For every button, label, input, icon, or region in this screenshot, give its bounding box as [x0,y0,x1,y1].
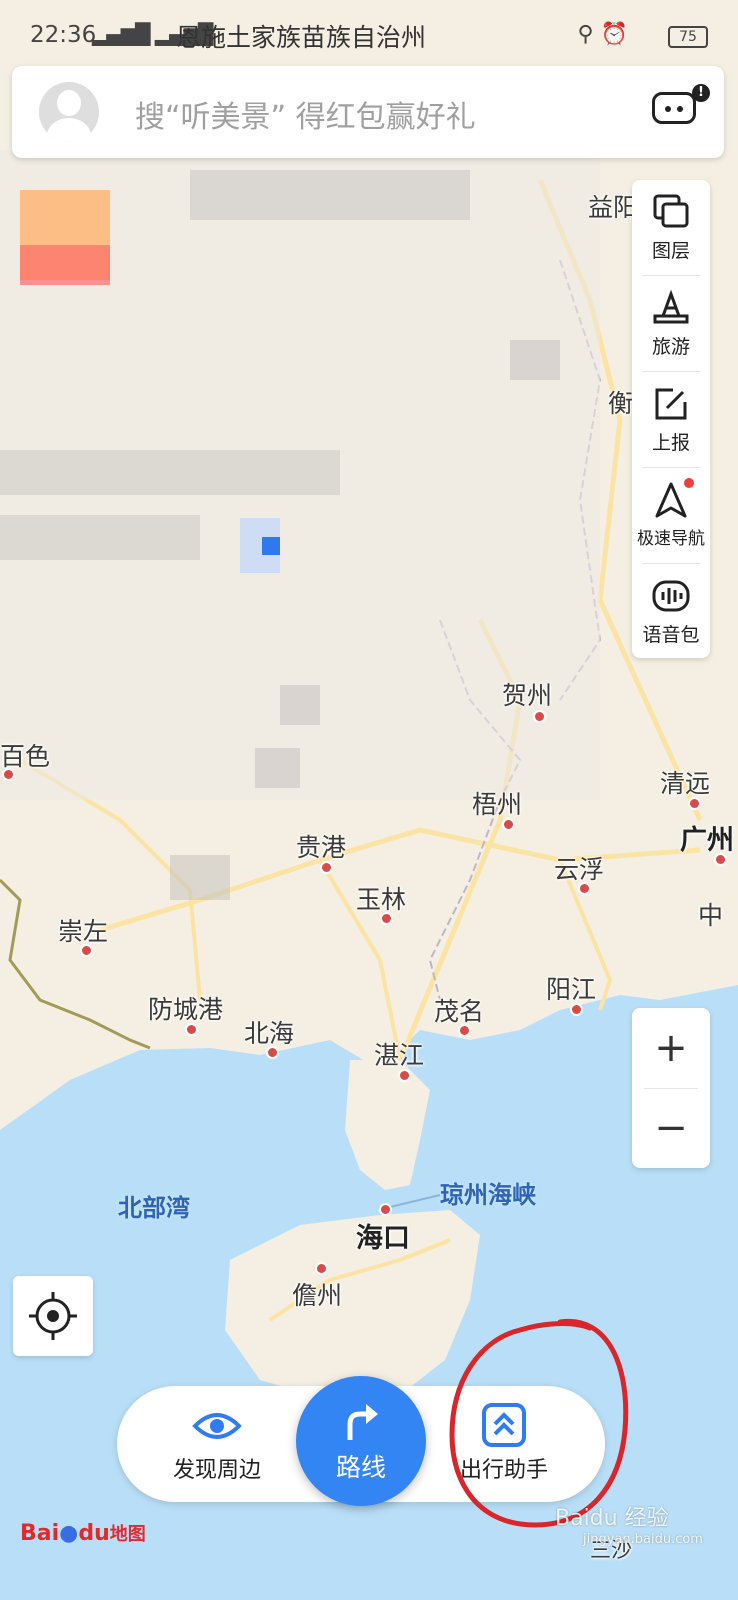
place-label: 贺州 [502,681,553,710]
place-label: 广州 [680,825,734,856]
place-label: 湛江 [374,1041,425,1070]
route-button[interactable]: 路线 [296,1376,426,1506]
tool-voice-pack[interactable]: 语音包 [632,564,710,660]
place-label: 海口 [356,1223,410,1254]
sea-label: 北部湾 [118,1194,190,1222]
discover-label: 发现周边 [172,1458,261,1483]
place-label: 中 [698,901,724,930]
place-label: 北海 [244,1019,295,1048]
layers-icon [653,194,689,228]
place-dot [578,882,591,895]
place-label: 梧州 [472,790,523,819]
place-label: 儋州 [292,1281,343,1310]
place-label: 崇左 [58,917,109,946]
place-dot [533,710,546,723]
tool-label: 图层 [651,240,690,262]
report-icon [655,388,687,420]
zoom-out-button[interactable]: − [632,1088,710,1168]
place-label: 防城港 [148,995,224,1024]
status-bar: 22:36 ▂▄▆█ ▂▄▆█ 恩施土家族苗族自治州 ⚲ ⏰ 75 [0,0,738,68]
baidu-map-logo: Bai●du地图 [20,1521,146,1546]
map-toolbar: 图层 旅游 上报 极速导航 语音包 [632,180,710,658]
avatar[interactable] [39,82,99,142]
route-arrow-icon [347,1404,378,1440]
zoom-in-button[interactable]: + [632,1008,710,1088]
watermark: Baidu 经验 jingyan.baidu.com [555,1506,703,1547]
place-dot [398,1069,411,1082]
sea-label: 琼州海峡 [440,1181,536,1209]
place-label: 清远 [660,769,711,798]
eye-icon [192,1413,242,1439]
place-dot [688,797,701,810]
place-label: 云浮 [554,855,605,884]
place-dot [80,944,93,957]
travel-icon [653,289,689,324]
locate-icon [29,1292,77,1340]
tool-label: 旅游 [651,336,690,358]
tool-report[interactable]: 上报 [632,372,710,468]
status-time: 22:36 [30,22,97,48]
place-dot [379,1203,392,1216]
message-icon[interactable]: ! [652,84,710,132]
zoom-control: + − [632,1008,710,1168]
place-label: 茂名 [434,997,485,1026]
place-dot [502,818,515,831]
tool-layers[interactable]: 图层 [632,180,710,276]
place-dot [2,768,15,781]
location-alarm-icon: ⚲ ⏰ [577,22,629,47]
place-label: 贵港 [296,833,347,862]
place-dot [315,1262,328,1275]
search-input[interactable]: 搜“听美景” 得红包赢好礼 [135,92,476,136]
route-label: 路线 [335,1453,386,1482]
tool-navigation[interactable]: 极速导航 [632,468,710,564]
battery-icon: 75 [668,26,708,48]
status-region: 恩施土家族苗族自治州 [176,23,427,52]
place-label: 衡 [608,389,634,418]
place-dot [714,853,727,866]
place-label: 益阳 [588,193,639,222]
badge-dot [684,478,694,488]
place-label: 玉林 [356,885,407,914]
tool-label: 上报 [651,432,690,454]
place-dot [380,912,393,925]
voice-pack-icon [652,580,690,612]
locate-button[interactable] [13,1276,93,1356]
search-bar[interactable]: 搜“听美景” 得红包赢好礼 ! [12,66,724,158]
discover-nearby-button[interactable]: 发现周边 [142,1386,292,1502]
tool-label: 语音包 [642,624,700,646]
place-dot [266,1046,279,1059]
place-dot [185,1023,198,1036]
place-dot [570,1003,583,1016]
tool-travel[interactable]: 旅游 [632,276,710,372]
tool-label: 极速导航 [637,529,705,549]
place-label: 阳江 [546,975,597,1004]
place-dot [320,861,333,874]
place-dot [458,1024,471,1037]
